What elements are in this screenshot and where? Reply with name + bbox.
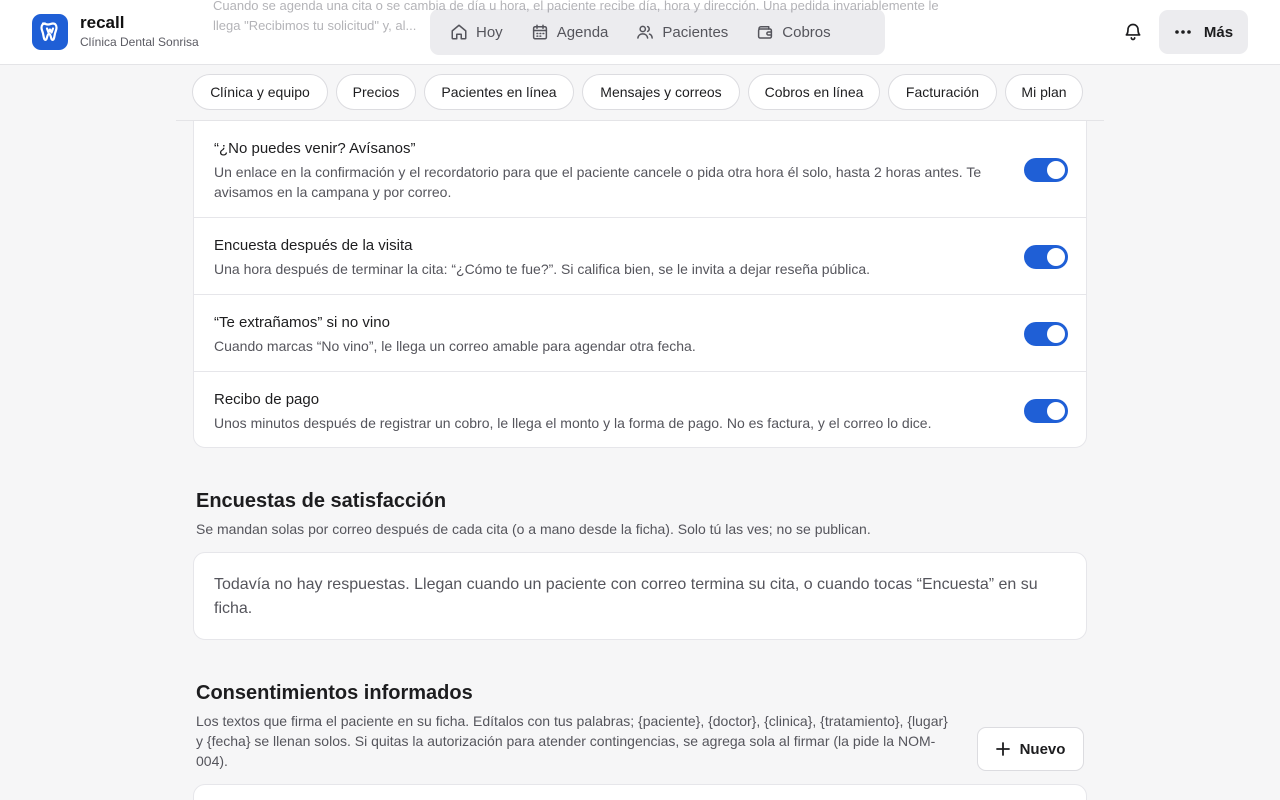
list-item: “¿No puedes venir? Avísanos” Un enlace e… [194, 121, 1086, 218]
row-description: Unos minutos después de registrar un cob… [214, 415, 932, 431]
row-description: Un enlace en la confirmación y el record… [214, 164, 982, 200]
tab-clinica-y-equipo[interactable]: Clínica y equipo [192, 74, 328, 110]
row-title: “¿No puedes venir? Avísanos” [214, 140, 416, 157]
surveys-empty-card: Todavía no hay respuestas. Llegan cuando… [193, 552, 1087, 640]
calendar-icon [532, 24, 547, 40]
new-consent-button[interactable]: Nuevo [977, 727, 1084, 771]
plus-icon [995, 742, 1010, 756]
wallet-icon [758, 26, 773, 39]
toggle-post-visit-survey[interactable] [1024, 245, 1068, 269]
row-title: Recibo de pago [214, 391, 320, 408]
bell-icon [1125, 23, 1141, 41]
tab-mi-plan[interactable]: Mi plan [1005, 74, 1083, 110]
list-item: Encuesta después de la visita Una hora d… [194, 218, 1086, 295]
users-icon [637, 25, 654, 39]
list-item: Recibo de pago Unos minutos después de r… [194, 372, 1086, 448]
more-label: Más [1203, 23, 1234, 41]
more-button[interactable]: Más [1159, 10, 1248, 54]
tooth-logo-icon [32, 14, 68, 50]
nav-item-agenda[interactable]: Agenda [517, 15, 623, 49]
app-name: recall [80, 13, 125, 32]
nav-item-cobros[interactable]: Cobros [742, 15, 844, 49]
nav-item-label: Agenda [556, 23, 609, 41]
consents-subtitle: Los textos que firma el paciente en su f… [196, 713, 948, 769]
row-title: “Te extrañamos” si no vino [214, 314, 390, 331]
tab-facturacion[interactable]: Facturación [888, 74, 997, 110]
list-item: “Te extrañamos” si no vino Cuando marcas… [194, 295, 1086, 372]
toggle-missed-visit[interactable] [1024, 322, 1068, 346]
consents-list-card [193, 784, 1087, 800]
row-description: Una hora después de terminar la cita: “¿… [214, 261, 871, 277]
row-description: Cuando marcas “No vino”, le llega un cor… [214, 338, 696, 354]
notifications-button[interactable] [1118, 17, 1148, 47]
surveys-title: Encuestas de satisfacción [196, 490, 447, 512]
nav-item-label: Hoy [476, 23, 503, 41]
clinic-name: Clínica Dental Sonrisa [80, 35, 199, 49]
row-title: Encuesta después de la visita [214, 237, 413, 254]
tab-precios[interactable]: Precios [336, 74, 416, 110]
nav-item-label: Pacientes [662, 23, 729, 41]
automatic-messages-card: “¿No puedes venir? Avísanos” Un enlace e… [193, 100, 1087, 448]
tab-cobros-en-linea[interactable]: Cobros en línea [748, 74, 880, 110]
toggle-cancel-link[interactable] [1024, 158, 1068, 182]
main-nav: Hoy Agenda Pacientes Cobros [430, 9, 885, 55]
tab-pacientes-en-linea[interactable]: Pacientes en línea [424, 74, 574, 110]
nav-item-hoy[interactable]: Hoy [436, 15, 517, 49]
home-icon [451, 24, 467, 40]
brand[interactable]: recall Clínica Dental Sonrisa [32, 14, 199, 50]
surveys-subtitle: Se mandan solas por correo después de ca… [196, 521, 871, 537]
toggle-payment-receipt[interactable] [1024, 399, 1068, 423]
consents-title: Consentimientos informados [196, 682, 473, 704]
new-label: Nuevo [1019, 740, 1066, 758]
empty-state-text: Todavía no hay respuestas. Llegan cuando… [214, 576, 1038, 617]
nav-item-pacientes[interactable]: Pacientes [622, 15, 742, 49]
tab-mensajes-y-correos[interactable]: Mensajes y correos [582, 74, 740, 110]
top-bar: recall Clínica Dental Sonrisa Hoy Agenda… [0, 0, 1280, 65]
nav-item-label: Cobros [782, 23, 831, 41]
ellipsis-icon [1175, 30, 1191, 34]
settings-tabs: Clínica y equipo Precios Pacientes en lí… [176, 65, 1104, 121]
